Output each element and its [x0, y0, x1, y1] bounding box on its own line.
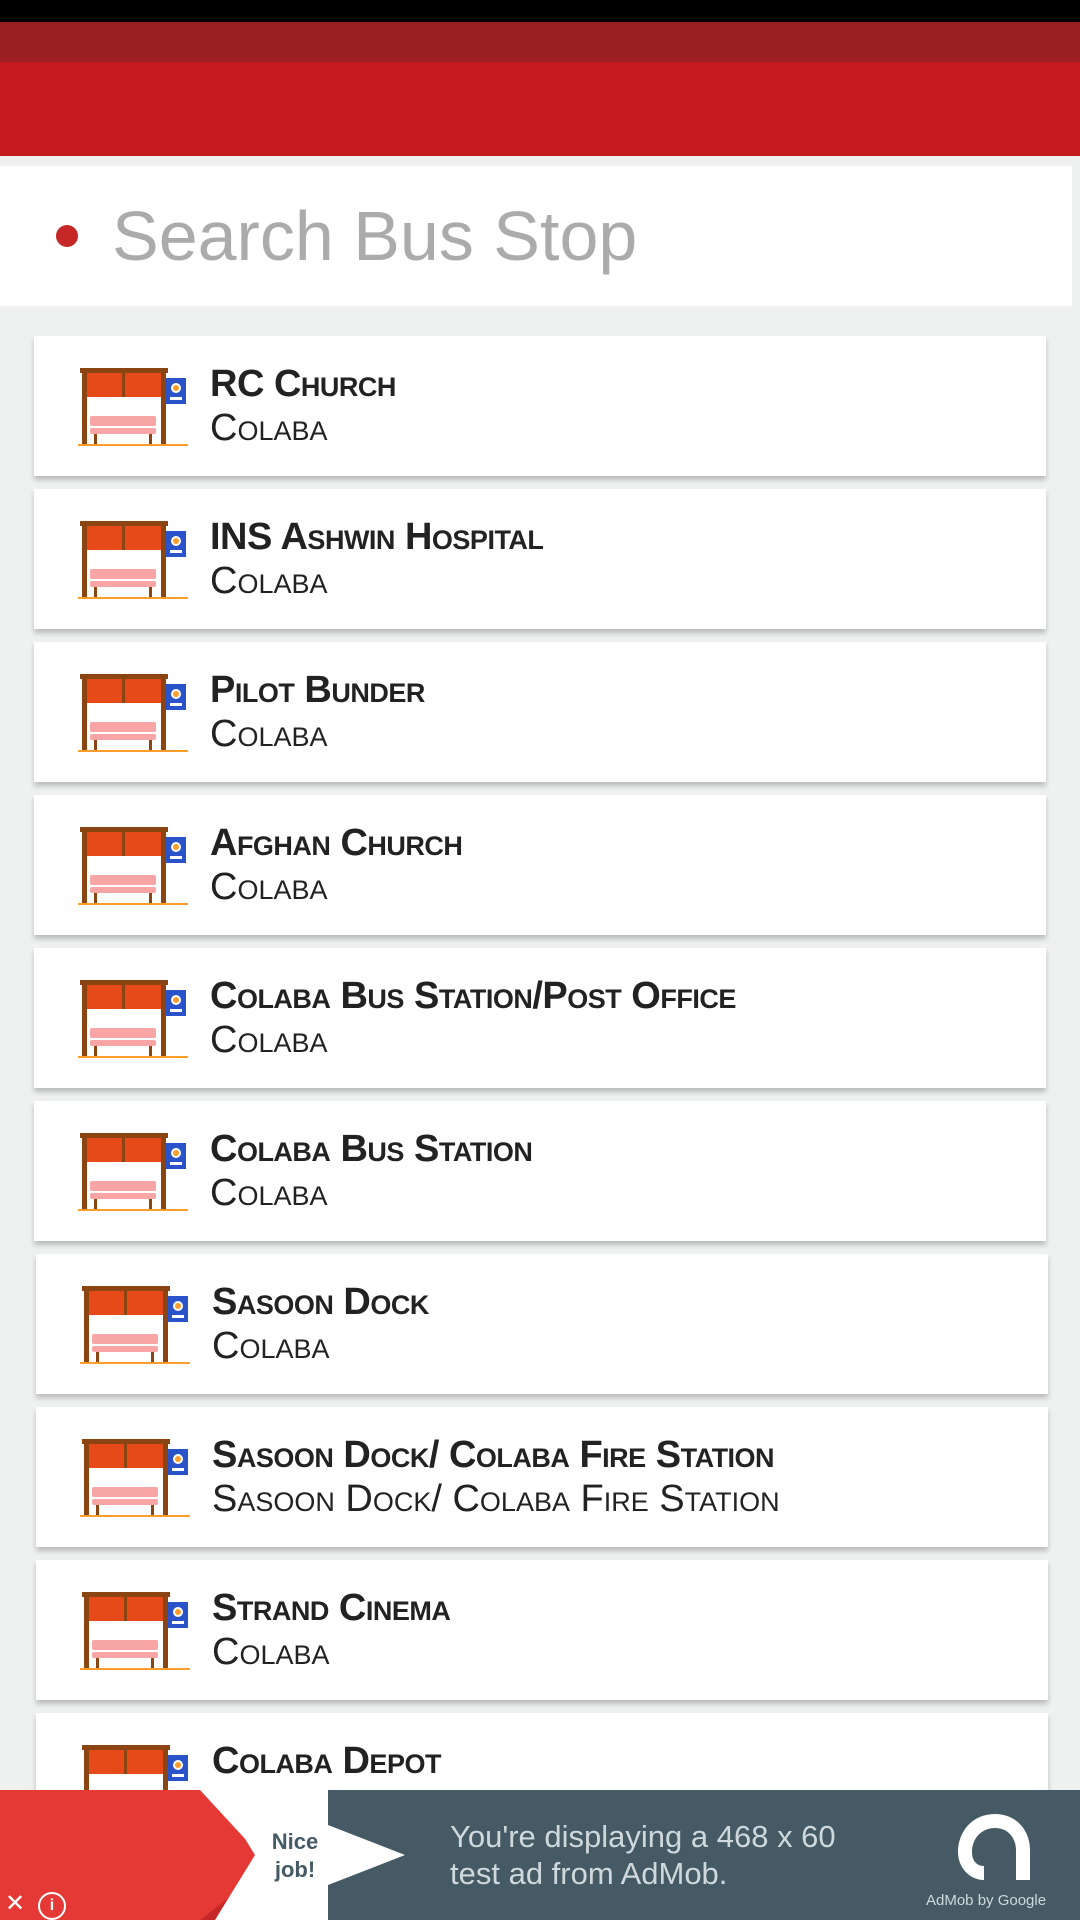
ad-text-line1: You're displaying a 468 x 60: [450, 1819, 836, 1854]
ad-brand: AdMob by Google: [926, 1892, 1047, 1909]
search-dot-icon: [56, 225, 78, 247]
stop-name: Colaba Bus Station: [210, 1128, 533, 1170]
list-item[interactable]: Colaba Bus Station Colaba: [34, 1101, 1046, 1241]
list-item[interactable]: Strand Cinema Colaba: [36, 1560, 1048, 1700]
bus-stop-icon: [78, 368, 188, 446]
search-box[interactable]: [0, 166, 1072, 306]
status-bar: [0, 0, 1080, 22]
stop-name: Strand Cinema: [212, 1587, 451, 1629]
bus-stop-icon: [80, 1439, 190, 1517]
stop-name: Sasoon Dock: [212, 1281, 429, 1323]
ad-text-line2: test ad from AdMob.: [450, 1856, 728, 1891]
ad-banner[interactable]: Nice job! You're displaying a 468 x 60 t…: [0, 1790, 1080, 1920]
stop-area: Colaba: [210, 560, 328, 602]
list-item[interactable]: INS Ashwin Hospital Colaba: [34, 489, 1046, 629]
ad-badge: Nice job!: [250, 1828, 340, 1884]
status-bar-accent: [0, 22, 1080, 62]
bus-stop-icon: [80, 1592, 190, 1670]
stop-name: Colaba Depot: [212, 1740, 441, 1782]
list-item[interactable]: Sasoon Dock Colaba: [36, 1254, 1048, 1394]
bus-stop-icon: [78, 674, 188, 752]
ad-badge-line1: Nice: [271, 1829, 319, 1854]
list-item[interactable]: Pilot Bunder Colaba: [34, 642, 1046, 782]
list-item[interactable]: RC Church Colaba: [34, 336, 1046, 476]
ad-badge-line2: job!: [274, 1857, 316, 1882]
stop-area: Colaba: [210, 407, 328, 449]
admob-logo-icon: [958, 1814, 1030, 1880]
stop-area: Colaba: [212, 1631, 330, 1673]
stop-name: Afghan Church: [210, 822, 463, 864]
close-icon[interactable]: ✕: [2, 1890, 28, 1918]
stop-area: Colaba: [210, 1172, 328, 1214]
stop-name: Pilot Bunder: [210, 669, 425, 711]
ad-text: You're displaying a 468 x 60 test ad fro…: [450, 1818, 870, 1892]
stop-name: Sasoon Dock/ Colaba Fire Station: [212, 1434, 775, 1476]
bus-stop-icon: [78, 827, 188, 905]
stop-area: Colaba: [212, 1325, 330, 1367]
bus-stop-icon: [78, 521, 188, 599]
stop-area: Colaba: [210, 713, 328, 755]
list-item[interactable]: Colaba Bus Station/Post Office Colaba: [34, 948, 1046, 1088]
bus-stop-icon: [80, 1286, 190, 1364]
stop-name: Colaba Bus Station/Post Office: [210, 975, 736, 1017]
stop-area: Colaba: [210, 866, 328, 908]
bus-stop-icon: [78, 980, 188, 1058]
stop-area: Colaba: [210, 1019, 328, 1061]
info-icon[interactable]: i: [38, 1892, 66, 1920]
stop-name: RC Church: [210, 363, 396, 405]
list-item[interactable]: Afghan Church Colaba: [34, 795, 1046, 935]
stop-area: Sasoon Dock/ Colaba Fire Station: [212, 1478, 780, 1520]
list-item[interactable]: Sasoon Dock/ Colaba Fire Station Sasoon …: [36, 1407, 1048, 1547]
search-input[interactable]: [112, 196, 1012, 276]
bus-stop-icon: [78, 1133, 188, 1211]
app-bar: [0, 62, 1080, 156]
stop-name: INS Ashwin Hospital: [210, 516, 544, 558]
